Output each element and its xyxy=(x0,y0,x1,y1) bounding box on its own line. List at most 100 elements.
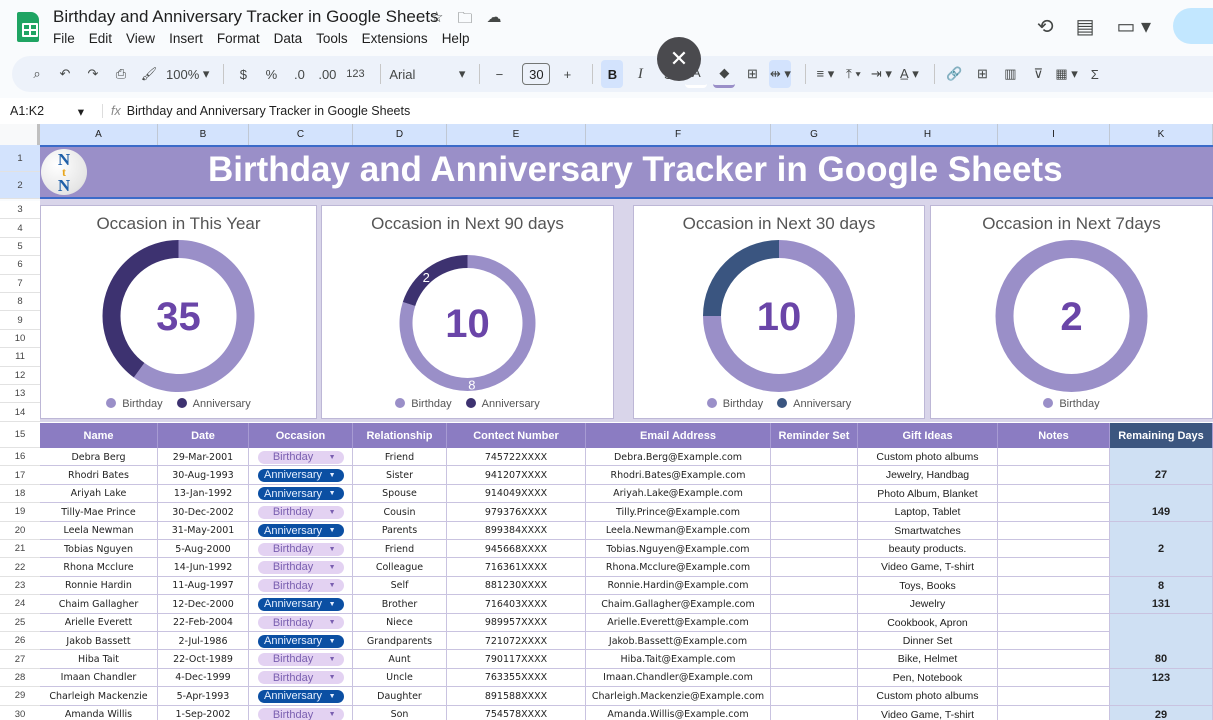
horizontal-align-icon[interactable]: ≡ ▾ xyxy=(814,60,836,88)
occasion-dropdown-chip[interactable]: Birthday ▼ xyxy=(257,542,344,556)
cell-notes[interactable] xyxy=(998,540,1110,558)
cell-notes[interactable] xyxy=(998,484,1110,503)
more-formats-button[interactable]: 123 xyxy=(344,60,366,88)
cell-email[interactable]: Hiba.Tait@Example.com xyxy=(586,650,771,669)
column-header-i[interactable]: I xyxy=(998,124,1110,145)
menu-file[interactable]: File xyxy=(53,31,75,46)
cell-notes[interactable] xyxy=(998,632,1110,650)
cell-name[interactable]: Tilly-Mae Prince xyxy=(40,503,158,522)
cell-email[interactable]: Chaim.Gallagher@Example.com xyxy=(586,595,771,614)
occasion-dropdown-chip[interactable]: Birthday ▼ xyxy=(257,616,344,630)
legend-item-anniversary[interactable]: Anniversary xyxy=(176,398,251,410)
cell-name[interactable]: Ronnie Hardin xyxy=(40,576,158,595)
cell-occasion[interactable]: Anniversary ▼ xyxy=(249,484,353,503)
column-header-b[interactable]: B xyxy=(158,124,249,145)
text-rotation-icon[interactable]: A̲ ▾ xyxy=(898,60,920,88)
row-header[interactable]: 29 xyxy=(0,687,40,706)
fill-color-button[interactable]: ◆ xyxy=(713,60,736,88)
cell-gift-ideas[interactable]: beauty products. xyxy=(858,540,998,558)
cell-reminder-set[interactable] xyxy=(771,484,858,503)
cell-remaining-days[interactable]: 123 xyxy=(1110,668,1213,687)
cell-name[interactable]: Arielle Everett xyxy=(40,613,158,632)
select-all-corner[interactable] xyxy=(0,124,40,145)
functions-icon[interactable]: Σ xyxy=(1084,60,1106,88)
cell-relationship[interactable]: Cousin xyxy=(353,503,447,522)
cell-occasion[interactable]: Birthday ▼ xyxy=(249,576,353,595)
cell-reminder-set[interactable] xyxy=(771,558,858,577)
column-header-gift-ideas[interactable]: Gift Ideas xyxy=(858,423,998,448)
close-icon[interactable]: ✕ xyxy=(657,37,701,81)
cell-notes[interactable] xyxy=(998,466,1110,485)
cell-gift-ideas[interactable]: Photo Album, Blanket xyxy=(858,484,998,503)
cell-contact-number[interactable]: 989957XXXX xyxy=(447,613,586,632)
cell-email[interactable]: Charleigh.Mackenzie@Example.com xyxy=(586,687,771,706)
cell-name[interactable]: Chaim Gallagher xyxy=(40,595,158,614)
menu-data[interactable]: Data xyxy=(274,31,303,46)
cell-reminder-set[interactable] xyxy=(771,503,858,522)
cell-date[interactable]: 29-Mar-2001 xyxy=(158,448,249,466)
row-header[interactable]: 27 xyxy=(0,650,40,669)
cell-reminder-set[interactable] xyxy=(771,521,858,540)
share-button[interactable] xyxy=(1173,8,1213,44)
menu-insert[interactable]: Insert xyxy=(169,31,203,46)
cell-name[interactable]: Rhona Mcclure xyxy=(40,558,158,577)
cell-gift-ideas[interactable]: Toys, Books xyxy=(858,576,998,595)
column-header-notes[interactable]: Notes xyxy=(998,423,1110,448)
cell-email[interactable]: Rhodri.Bates@Example.com xyxy=(586,466,771,485)
row-header[interactable]: 25 xyxy=(0,613,40,632)
column-header-date[interactable]: Date xyxy=(158,423,249,448)
row-header[interactable]: 15 xyxy=(0,422,40,448)
cell-occasion[interactable]: Birthday ▼ xyxy=(249,705,353,720)
row-header[interactable]: 2 xyxy=(0,172,40,199)
cell-name[interactable]: Ariyah Lake xyxy=(40,484,158,503)
merge-cells-icon[interactable]: ⇹ ▾ xyxy=(769,60,792,88)
cell-relationship[interactable]: Daughter xyxy=(353,687,447,706)
cell-email[interactable]: Tilly.Prince@Example.com xyxy=(586,503,771,522)
column-header-remaining-days[interactable]: Remaining Days xyxy=(1110,423,1213,448)
cell-name[interactable]: Rhodri Bates xyxy=(40,466,158,485)
cell-occasion[interactable]: Birthday ▼ xyxy=(249,503,353,522)
cell-remaining-days[interactable] xyxy=(1110,687,1213,706)
cell-gift-ideas[interactable]: Video Game, T-shirt xyxy=(858,705,998,720)
cell-remaining-days[interactable] xyxy=(1110,558,1213,577)
cell-remaining-days[interactable]: 80 xyxy=(1110,650,1213,669)
occasion-dropdown-chip[interactable]: Birthday ▼ xyxy=(257,450,344,464)
decrease-decimal-button[interactable]: .0 xyxy=(288,60,310,88)
cell-reminder-set[interactable] xyxy=(771,595,858,614)
title-banner[interactable]: N t N Birthday and Anniversary Tracker i… xyxy=(40,145,1213,199)
cell-contact-number[interactable]: 941207XXXX xyxy=(447,466,586,485)
row-header[interactable]: 20 xyxy=(0,521,40,540)
cell-notes[interactable] xyxy=(998,668,1110,687)
row-header[interactable]: 21 xyxy=(0,540,40,559)
cell-reminder-set[interactable] xyxy=(771,632,858,650)
cell-occasion[interactable]: Birthday ▼ xyxy=(249,668,353,687)
redo-icon[interactable]: ↷ xyxy=(82,60,104,88)
cell-notes[interactable] xyxy=(998,576,1110,595)
occasion-dropdown-chip[interactable]: Anniversary ▼ xyxy=(257,524,344,538)
cell-relationship[interactable]: Niece xyxy=(353,613,447,632)
cell-contact-number[interactable]: 754578XXXX xyxy=(447,705,586,720)
chart-card-this-year[interactable]: Occasion in This Year 35 Birthday Anniversa… xyxy=(40,205,317,419)
column-header-f[interactable]: F xyxy=(586,124,771,145)
cell-date[interactable]: 2-Jul-1986 xyxy=(158,632,249,650)
cell-contact-number[interactable]: 891588XXXX xyxy=(447,687,586,706)
row-header[interactable]: 6 xyxy=(0,256,40,275)
cell-remaining-days[interactable] xyxy=(1110,632,1213,650)
row-header[interactable]: 7 xyxy=(0,274,40,293)
legend-item-birthday[interactable]: Birthday xyxy=(106,398,163,410)
cell-contact-number[interactable]: 745722XXXX xyxy=(447,448,586,466)
cell-gift-ideas[interactable]: Custom photo albums xyxy=(858,687,998,706)
cell-occasion[interactable]: Anniversary ▼ xyxy=(249,595,353,614)
chart-card-next-30-days[interactable]: Occasion in Next 30 days 10 Birthday Annive… xyxy=(633,205,925,419)
legend-item-birthday[interactable]: Birthday xyxy=(706,398,763,410)
cell-reminder-set[interactable] xyxy=(771,540,858,558)
cell-contact-number[interactable]: 899384XXXX xyxy=(447,521,586,540)
row-header[interactable]: 1 xyxy=(0,145,40,172)
cell-date[interactable]: 30-Dec-2002 xyxy=(158,503,249,522)
cell-gift-ideas[interactable]: Bike, Helmet xyxy=(858,650,998,669)
menu-edit[interactable]: Edit xyxy=(89,31,112,46)
cell-email[interactable]: Imaan.Chandler@Example.com xyxy=(586,668,771,687)
cell-relationship[interactable]: Aunt xyxy=(353,650,447,669)
cell-date[interactable]: 30-Aug-1993 xyxy=(158,466,249,485)
occasion-dropdown-chip[interactable]: Anniversary ▼ xyxy=(257,634,344,648)
